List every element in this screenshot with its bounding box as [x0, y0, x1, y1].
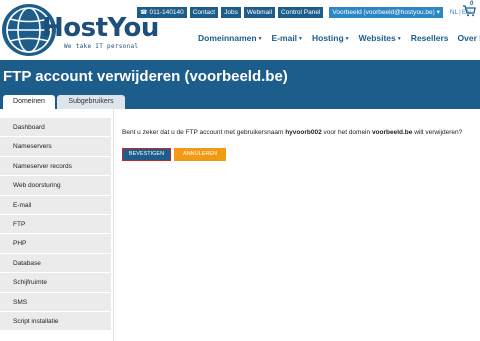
cancel-button[interactable]: ANNULEREN — [174, 148, 226, 161]
sidebar-item-schijfruimte[interactable]: Schijfruimte — [0, 273, 111, 293]
sidebar-item-dashboard[interactable]: Dashboard — [0, 118, 111, 138]
cart-button[interactable]: 0 — [462, 1, 478, 17]
nav-over-hostyou[interactable]: Over HostYou — [458, 33, 480, 45]
sidebar-item-sms[interactable]: SMS — [0, 292, 111, 312]
page-title: FTP account verwijderen (voorbeeld.be) — [3, 68, 288, 85]
sidebar-item-nameservers[interactable]: Nameservers — [0, 137, 111, 157]
sidebar-item-database[interactable]: Database — [0, 253, 111, 274]
sidebar-item-web-doorsturing[interactable]: Web doorsturing — [0, 176, 111, 196]
sidebar-item-php[interactable]: PHP — [0, 234, 111, 254]
chevron-down-icon: ▼ — [257, 35, 263, 42]
nav-websites[interactable]: Websites▼ — [359, 33, 402, 45]
nav-e-mail[interactable]: E-mail▼ — [272, 33, 303, 45]
chevron-down-icon: ▼ — [344, 35, 350, 42]
sidebar-item-script-installatie[interactable]: Script installatie — [0, 311, 111, 332]
nav-label: Resellers — [410, 33, 449, 43]
message-text: wilt verwijderen? — [412, 129, 463, 136]
nav-label: Over HostYou — [457, 33, 480, 43]
account-dropdown[interactable]: Voorbeeld (voorbeeld@hostyou.be) ▾ — [329, 6, 443, 18]
webmail-link[interactable]: Webmail — [243, 6, 276, 18]
phone-icon: ☎ — [140, 9, 148, 16]
main-nav: Domeinnamen▼ E-mail▼ Hosting▼ Websites▼ … — [198, 33, 480, 45]
cart-count: 0 — [470, 1, 474, 7]
account-label: Voorbeeld (voorbeeld@hostyou.be) — [332, 8, 435, 16]
phone-link[interactable]: ☎ 011-140140 — [137, 6, 187, 18]
page: HostYou We take IT personal ☎ 011-140140 … — [0, 0, 480, 341]
message-text: Bent u zeker dat u de FTP account met ge… — [122, 129, 286, 136]
header: HostYou We take IT personal ☎ 011-140140 … — [0, 0, 480, 60]
nav-domeinnamen[interactable]: Domeinnamen▼ — [198, 33, 263, 45]
sidebar-item-nameserver-records[interactable]: Nameserver records — [0, 156, 111, 177]
nav-label: Hosting — [312, 33, 344, 43]
divider — [113, 109, 114, 341]
nav-label: Domeinnamen — [198, 33, 257, 43]
tab-bar: Domeinen Subgebruikers — [3, 95, 127, 109]
control-panel-link[interactable]: Control Panel — [278, 6, 324, 18]
top-bar: ☎ 011-140140 Contact Jobs Webmail Control… — [137, 6, 471, 18]
sidebar-item-ftp[interactable]: FTP — [0, 214, 111, 235]
sidebar: Dashboard Nameservers Nameserver records… — [0, 118, 111, 332]
domain-name: voorbeeld.be — [371, 129, 413, 136]
ftp-username: hyvoorb002 — [285, 129, 322, 136]
nav-hosting[interactable]: Hosting▼ — [312, 33, 350, 45]
logo-tagline: We take IT personal — [64, 43, 139, 50]
confirmation-message: Bent u zeker dat u de FTP account met ge… — [122, 129, 462, 136]
tab-subgebruikers[interactable]: Subgebruikers — [57, 95, 125, 109]
chevron-down-icon: ▼ — [396, 35, 402, 42]
nav-resellers[interactable]: Resellers — [411, 33, 449, 45]
language-nl[interactable]: NL — [450, 9, 458, 16]
cart-icon — [463, 5, 476, 17]
confirm-button[interactable]: BEVESTIGEN — [122, 148, 171, 161]
message-text: voor het domein — [321, 129, 372, 136]
tab-domeinen[interactable]: Domeinen — [3, 95, 55, 109]
jobs-link[interactable]: Jobs — [221, 6, 241, 18]
sidebar-item-e-mail[interactable]: E-mail — [0, 195, 111, 215]
phone-number: 011-140140 — [149, 8, 184, 16]
page-banner: FTP account verwijderen (voorbeeld.be) D… — [0, 60, 480, 109]
hostyou-logo[interactable]: HostYou We take IT personal — [2, 2, 159, 58]
nav-label: E-mail — [271, 33, 298, 43]
contact-link[interactable]: Contact — [189, 6, 219, 18]
nav-label: Websites — [358, 33, 396, 43]
chevron-down-icon: ▼ — [298, 35, 303, 42]
chevron-down-icon: ▾ — [436, 8, 440, 16]
